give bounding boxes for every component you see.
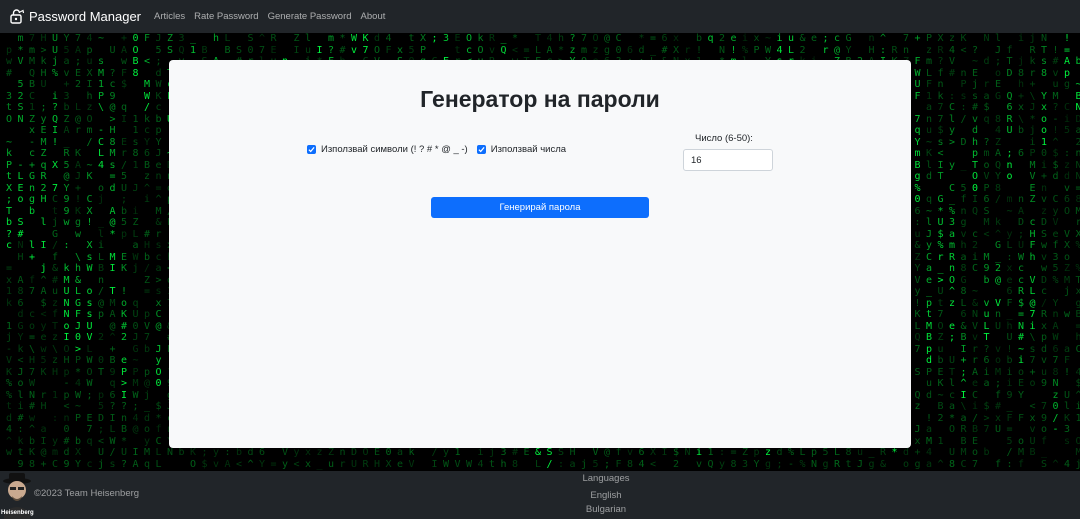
key-lock-icon	[10, 8, 25, 24]
matrix-column: N d r a $ q ? m o V P 6 S M < M9b v u L T? 6 i a $ >7 b	[983, 33, 990, 458]
page-title: Генератор на пароли	[420, 86, 660, 112]
matrix-column: 7 m M Q B C 1 Zx - c + Gn g b l + f7 c o = \ H 7 W N # w ^ b K 8	[28, 33, 36, 470]
matrix-column: X R? f n k 7 7 $ s < I T G * U $% r _ > Ut 7 O Zu b E K ~ B 2 1 ^	[937, 33, 944, 470]
matrix-column: ! = Ap g Ci5 :zdv6O VXoZMj w a F! UlK3s 4	[1063, 33, 1071, 470]
nav-link-rate-password[interactable]: Rate Password	[194, 11, 258, 22]
matrix-column: F < M W / k c Y 6 Bz ^ i # Hb / Z = pV7b p @ j _ d o y Mq	[143, 33, 151, 470]
language-bulgarian-link[interactable]: Bulgarian	[0, 504, 1080, 515]
matrix-column: z 4 V # : Cl y > y C _% 3 a m Rn O ^ z e; U Tl c a * O U8	[948, 33, 956, 470]
options-row: Използвай символи (! ? # * @ _ -) Използ…	[307, 144, 575, 155]
navbar: Password Manager Articles Rate Password …	[0, 0, 1080, 33]
matrix-column: K < n Ps: / D _ 5 f n g v h a 8 G 8 L 6 & B I +; ^ I \ a R B M C	[960, 33, 967, 470]
checkmark-icon	[478, 147, 485, 153]
matrix-column: j Rk r + \ J * j i P M V E Z cHFh V L @7 i \ s 7 + o < x v U B	[1029, 33, 1036, 458]
matrix-column: 4 p u X Ih z Om / ~ K C X! XsW o s s U V L W O W; E7q c	[86, 33, 93, 470]
matrix-column: fTD Q6RU ; n o m ~ y L: x e 6 F _ h U! b i i 9 _ F = 5/:	[1006, 44, 1013, 470]
matrix-column: J 5; d W Kc b p Y Je n = ^ M & r s c a > s x C @ JyO0 $ * f C L L	[155, 33, 162, 470]
matrix-column: + Aw F $ qI Er/5 U; b 5 p EK ! o K #2 e P > I? n B * U?	[120, 33, 128, 470]
matrix-column: l J; o E G 8 4 Z A Q Y 8/ k ^ G _ 2 @ VnU v o M; f # x U f	[994, 33, 1002, 470]
matrix-column: b ~BNDa2nNN=8MrX% %TxgB=hC 4$^i1 OMj	[1075, 56, 1080, 470]
checkmark-icon	[308, 147, 315, 153]
use-numbers-label: Използвай числа	[490, 144, 567, 155]
brand-link[interactable]: Password Manager	[9, 8, 141, 25]
generate-password-button[interactable]: Генерирай парола	[431, 197, 649, 218]
nav-link-generate-password[interactable]: Generate Password	[268, 11, 352, 22]
nav-link-articles[interactable]: Articles	[154, 11, 185, 22]
matrix-column: Pz m L F 1 a n u ~ Kl d q ~ l Jy Ca e _ p t M Bp d Pu d ! a M 4 a	[925, 33, 933, 470]
matrix-column: U Uj% i? Q I! X 7 Ct j G / f & # u z f Tz \ z H 1 : ymC	[51, 33, 59, 470]
footer: Heisenberg ©2023 Team Heisenberg Languag…	[0, 471, 1080, 519]
matrix-column: U ? c 9 @ > H 8 Ms = d A @ * MI T M A @ ^ + B 9 q 6? I L W / s	[109, 44, 116, 470]
language-english-link[interactable]: English	[0, 490, 1080, 501]
length-label: Число (6-50):	[695, 133, 753, 144]
brand-label: Password Manager	[29, 9, 141, 24]
matrix-column: p w # 3tO ~ k Pt X; Tb? c = x 1 k 1 j - V K%% t d 4 ^ w	[5, 44, 13, 459]
use-symbols-label: Използвай символи (! ? # * @ _ -)	[321, 144, 468, 155]
matrix-column: 0OB8 11s81 J iZLaWj q U 0 J G ~ P M W; 4 @ IA	[132, 33, 139, 470]
matrix-column: Y 5 a v +3 b Z A _ R 5 @ Y 9 9 w : k M U N No I O Hp - p < n 0 # d 9	[63, 33, 70, 470]
generator-card: Генератор на пароли Използвай символи (!…	[169, 60, 911, 448]
use-symbols-checkbox[interactable]	[307, 145, 316, 154]
nav-link-about[interactable]: About	[361, 11, 386, 22]
matrix-column: ~ s M 1 P \ -CL4 oj _ l i L Bn / @ p 2 0T p 5 D; < Uj	[97, 33, 105, 470]
matrix-column: 7 A; E 2 L @ r K A J +! Kg w \ h & L G F J 0 > P * 4 W ~ P bXY	[74, 33, 82, 470]
matrix-column: ! # v u M? -! ^ $ $ d Cy Ve f 3 5% Yn A W 6 7 8 Nz 0/- ^	[1052, 44, 1059, 470]
matrix-column: i j 8 h + x \ b 6 n A D; U Wc c R $ = N # ~ i o E Y F oMf	[1017, 33, 1025, 470]
matrix-column: ? ~ Ej s # v d h p T O 0 I Q c2iC ~ & N Vv r r Ae Ci / B Eo 7	[971, 44, 979, 470]
matrix-column: m * V 52SN -LEo S # N H A 8 6 d G Yk < Jo l i #: k t 9	[17, 33, 24, 470]
length-input[interactable]	[683, 149, 773, 171]
languages-heading: Languages	[582, 473, 630, 484]
matrix-column: H > k H U ; y E M Zq R 2 H l I j ^ A $ < y e w 5 K rH a I @ +	[40, 33, 47, 470]
use-numbers-checkbox[interactable]	[476, 145, 486, 154]
matrix-column: + FWUF 7 q Ym Bg% 0 6: u & Z Y Vy! K L Q 7 S Qz Jx + g	[914, 33, 921, 470]
matrix-column: NTs8 Yx o o 1 0 i + n v z D Sw v w Dc / Rx p d v u 9 7 9 o f _ S	[1040, 33, 1048, 470]
